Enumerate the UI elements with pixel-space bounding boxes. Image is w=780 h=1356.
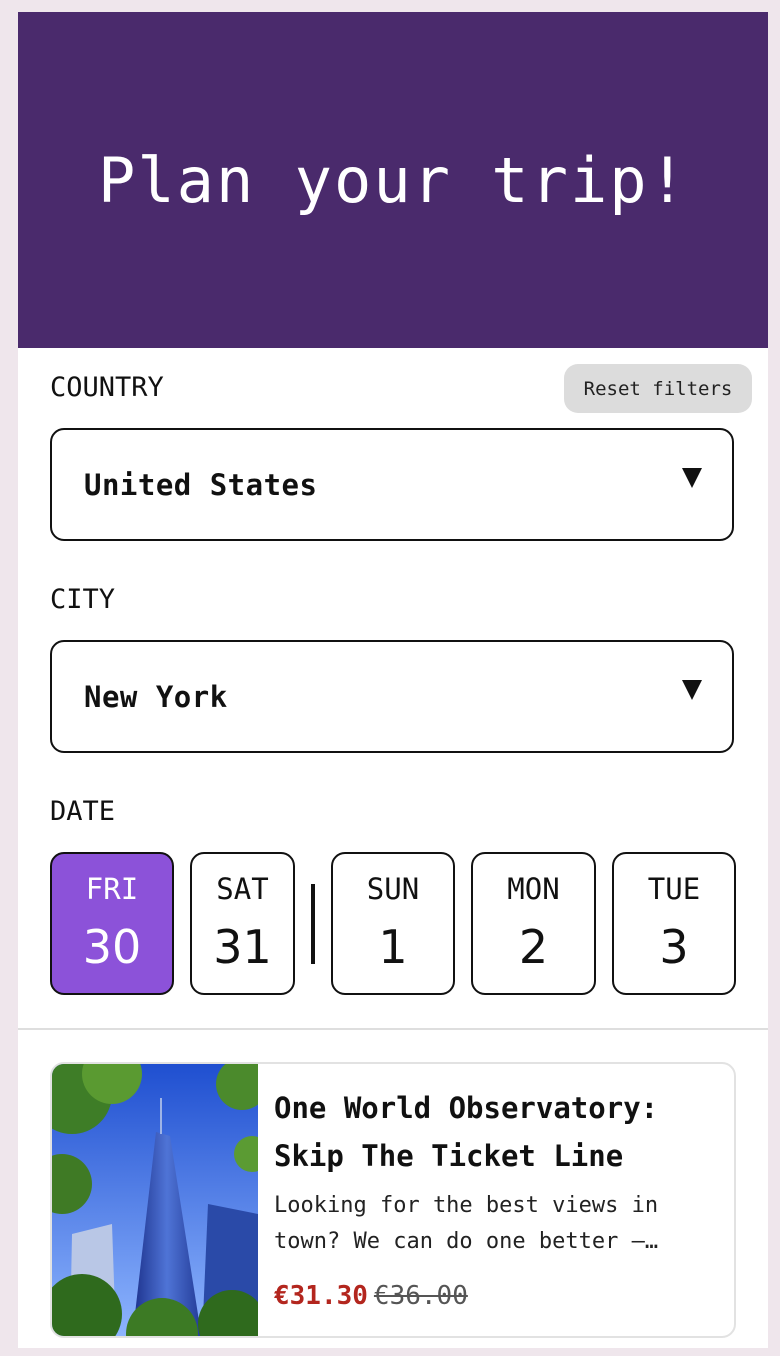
skyscraper-photo-image [52, 1064, 258, 1336]
date-option-fri-30[interactable]: FRI 30 [50, 852, 174, 995]
hero-banner: Plan your trip! [18, 12, 768, 348]
page-title: Plan your trip! [98, 143, 688, 217]
date-day-number: 31 [213, 920, 272, 974]
date-weekday: TUE [647, 872, 701, 906]
date-weekday: SUN [366, 872, 420, 906]
activity-thumbnail [52, 1064, 258, 1336]
date-weekday: MON [507, 872, 560, 906]
current-price: €31.30 [274, 1281, 368, 1311]
date-day-number: 1 [378, 920, 408, 974]
date-weekday: FRI [85, 872, 139, 906]
date-day-number: 30 [82, 920, 142, 974]
activity-card[interactable]: One World Observatory: Skip The Ticket L… [50, 1062, 736, 1338]
reset-filters-button[interactable]: Reset filters [564, 364, 752, 413]
month-separator [311, 884, 315, 964]
country-label: COUNTRY [50, 372, 164, 403]
date-option-mon-2[interactable]: MON 2 [471, 852, 596, 995]
dropdown-arrow-icon [682, 680, 702, 700]
activity-title[interactable]: One World Observatory: Skip The Ticket L… [274, 1084, 724, 1180]
dropdown-arrow-icon [682, 468, 702, 488]
original-price: €36.00 [373, 1281, 468, 1311]
date-option-sun-1[interactable]: SUN 1 [331, 852, 455, 995]
city-select-value: New York [84, 679, 228, 714]
section-divider [18, 1028, 768, 1030]
city-select[interactable]: New York [50, 640, 734, 753]
date-day-number: 3 [659, 920, 689, 974]
date-picker: FRI 30 SAT 31 SUN 1 MON 2 TUE 3 [50, 852, 736, 997]
activity-price: €31.30 €36.00 [274, 1278, 468, 1314]
activity-description: Looking for the best views in town? We c… [274, 1193, 659, 1254]
country-select-value: United States [84, 467, 318, 502]
date-weekday: SAT [216, 872, 269, 906]
date-day-number: 2 [518, 920, 549, 974]
city-label: CITY [50, 584, 116, 615]
date-label: DATE [50, 796, 116, 827]
date-option-sat-31[interactable]: SAT 31 [190, 852, 295, 995]
country-select[interactable]: United States [50, 428, 734, 541]
date-option-tue-3[interactable]: TUE 3 [612, 852, 736, 995]
trip-planner-card: Plan your trip! COUNTRY Reset filters Un… [18, 12, 768, 1348]
